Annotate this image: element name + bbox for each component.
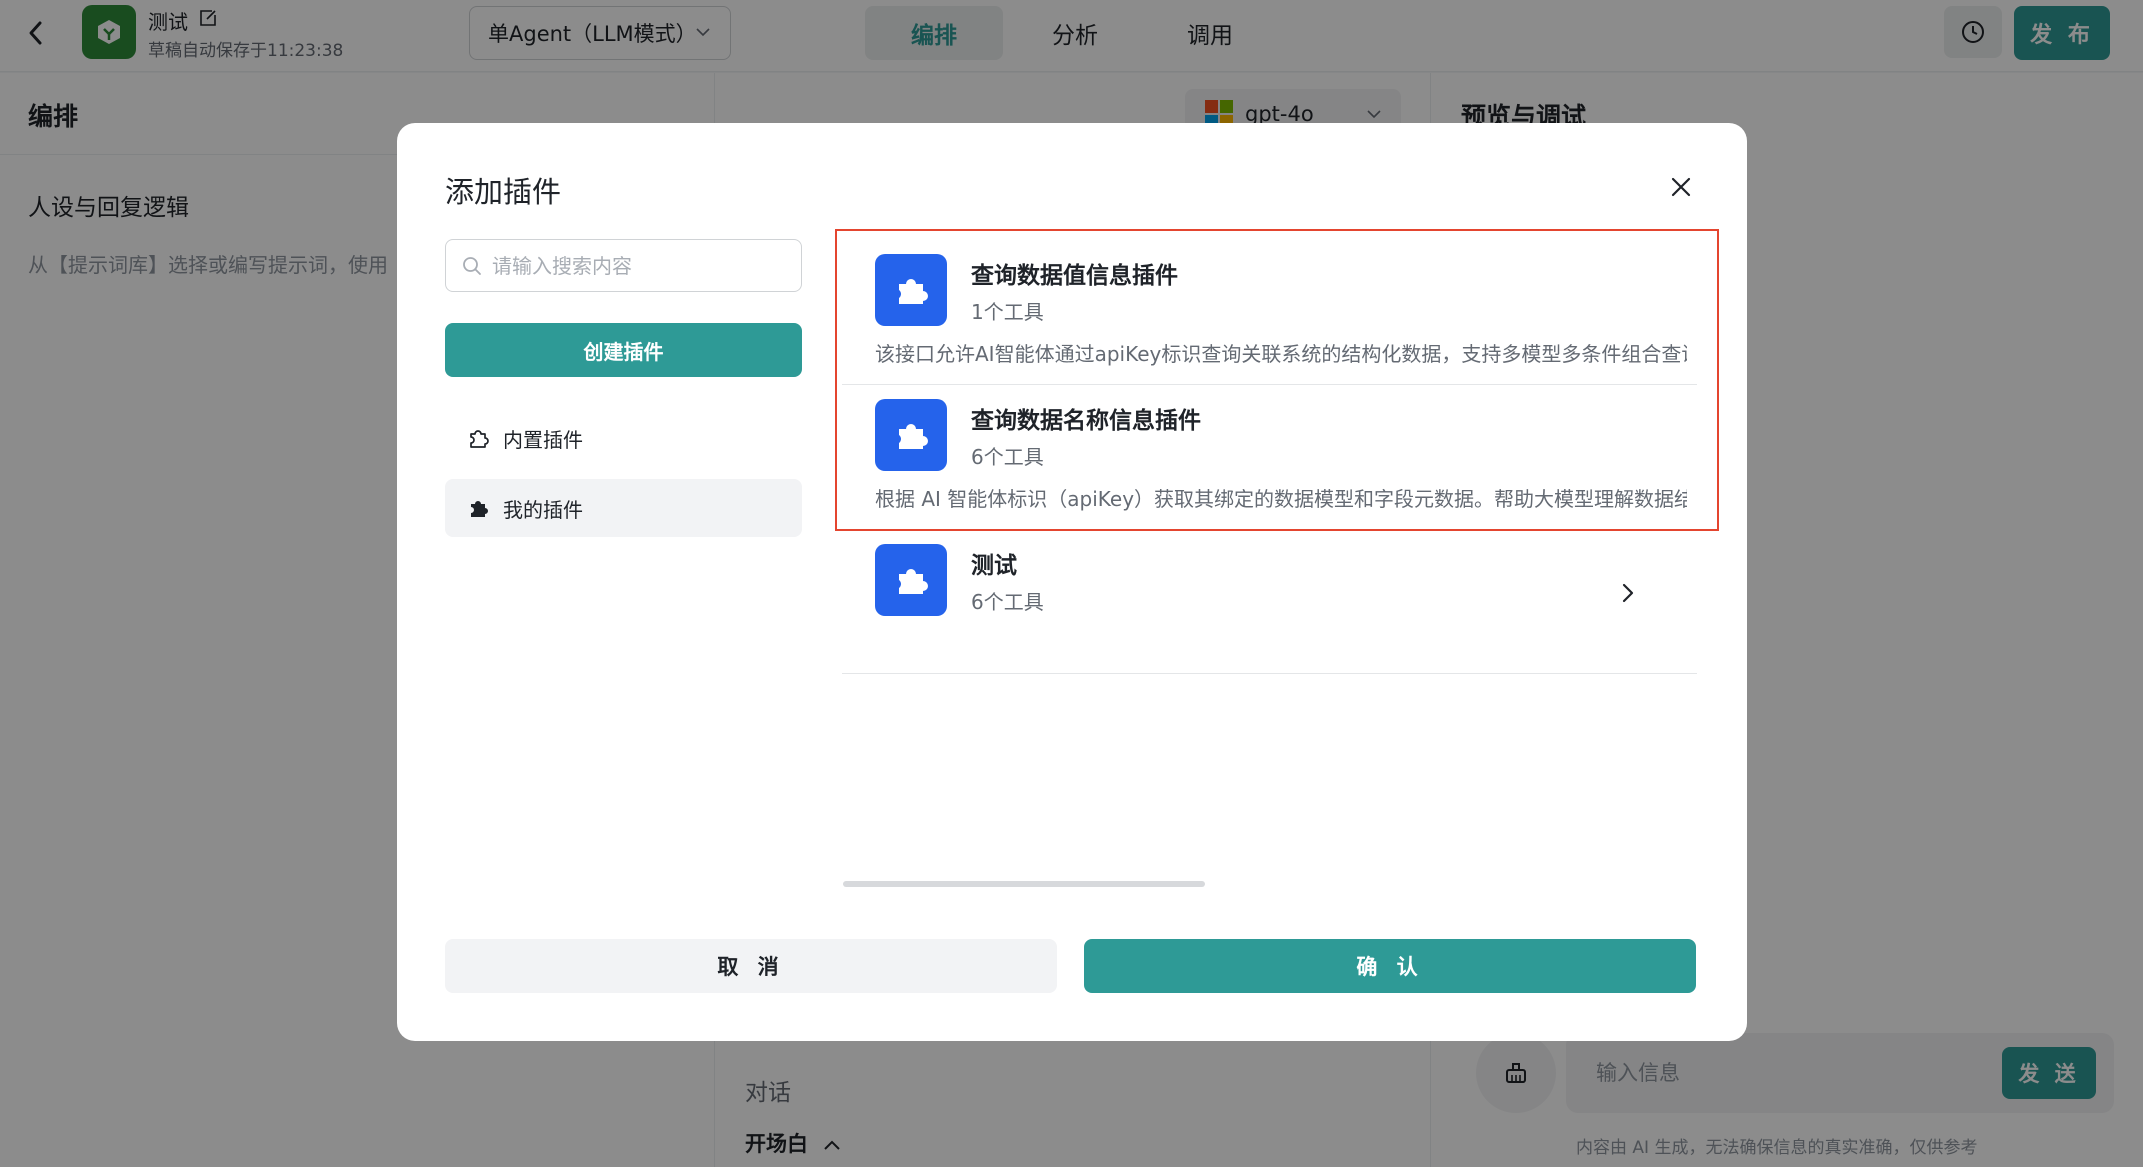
plugin-name: 测试	[971, 553, 1017, 579]
dialog-title: 添加插件	[445, 175, 562, 209]
plugin-description: 该接口允许AI智能体通过apiKey标识查询关联系统的结构化数据，支持多模型多条…	[875, 342, 1687, 366]
plugin-tool-count: 6个工具	[971, 445, 1044, 469]
plugin-tool-count: 1个工具	[971, 300, 1044, 324]
plugin-puzzle-icon	[875, 254, 947, 326]
sidebar-item-label: 我的插件	[503, 497, 583, 522]
plugin-tool-count: 6个工具	[971, 590, 1044, 614]
cancel-button[interactable]: 取 消	[445, 939, 1057, 993]
plugin-name: 查询数据名称信息插件	[971, 408, 1201, 434]
puzzle-filled-icon	[467, 497, 489, 519]
plugin-item[interactable]: 查询数据名称信息插件 6个工具 根据 AI 智能体标识（apiKey）获取其绑定…	[837, 399, 1697, 529]
divider	[842, 384, 1697, 385]
close-icon[interactable]	[1667, 173, 1695, 201]
puzzle-outline-icon	[467, 427, 489, 449]
sidebar-item-my-plugins[interactable]: 我的插件	[445, 479, 802, 537]
sidebar-item-builtin-plugins[interactable]: 内置插件	[445, 409, 802, 467]
sidebar-item-label: 内置插件	[503, 427, 583, 452]
chevron-right-icon[interactable]	[1617, 582, 1639, 604]
plugin-search-input[interactable]	[492, 250, 792, 282]
plugin-description: 根据 AI 智能体标识（apiKey）获取其绑定的数据模型和字段元数据。帮助大模…	[875, 487, 1687, 511]
plugin-item[interactable]: 查询数据值信息插件 1个工具 该接口允许AI智能体通过apiKey标识查询关联系…	[837, 254, 1697, 394]
plugin-puzzle-icon	[875, 399, 947, 471]
search-icon	[463, 257, 481, 275]
divider	[842, 673, 1697, 674]
confirm-button[interactable]: 确 认	[1084, 939, 1696, 993]
plugin-puzzle-icon	[875, 544, 947, 616]
horizontal-scrollbar[interactable]	[843, 881, 1205, 887]
add-plugin-dialog: 添加插件 创建插件 内置插件 我的插件 查询数据值信息插件 1个工具 该接口允许…	[397, 123, 1747, 1041]
plugin-search-box	[445, 239, 802, 292]
plugin-item[interactable]: 测试 6个工具	[837, 544, 1697, 634]
plugin-name: 查询数据值信息插件	[971, 263, 1178, 289]
create-plugin-button[interactable]: 创建插件	[445, 323, 802, 377]
